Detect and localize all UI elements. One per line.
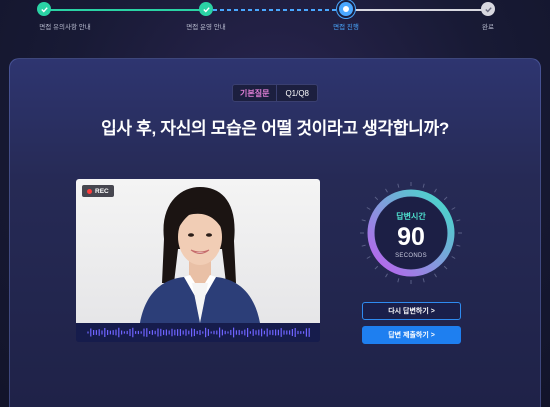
timer-unit: SECONDS: [395, 253, 427, 259]
step-1-done-icon: [37, 2, 51, 16]
rec-label: REC: [95, 187, 109, 195]
retry-answer-button[interactable]: 다시 답변하기 >: [362, 302, 461, 320]
question-badge: 기본질문 Q1/Q8: [231, 84, 319, 102]
record-dot-icon: [87, 188, 92, 194]
step-connector: [44, 9, 206, 11]
step-connector: [206, 9, 346, 11]
step-label: 면접 운영 안내: [186, 24, 226, 31]
step-label: 완료: [482, 24, 494, 31]
audio-waveform-icon: [76, 323, 320, 342]
question-text: 입사 후, 자신의 모습은 어떨 것이라고 생각합니까?: [101, 119, 449, 138]
progress-stepper: 면접 유의사항 안내 면접 운영 안내 면접 진행 완료: [0, 0, 550, 40]
timer-value: 90: [397, 223, 425, 251]
step-label: 면접 유의사항 안내: [39, 24, 91, 31]
step-4-pending-icon: [481, 2, 495, 16]
candidate-video-feed: [76, 179, 320, 323]
step-2-done-icon: [199, 2, 213, 16]
question-category: 기본질문: [239, 88, 270, 98]
step-label: 면접 진행: [333, 24, 359, 31]
submit-answer-button[interactable]: 답변 제출하기 >: [362, 326, 461, 344]
timer-label: 답변시간: [396, 212, 426, 221]
answer-timer: 답변시간 90 SECONDS: [358, 180, 464, 286]
question-badge-row: 기본질문 Q1/Q8: [0, 84, 550, 102]
step-connector: [346, 9, 488, 11]
question-number: Q1/Q8: [276, 85, 317, 101]
video-preview: REC: [76, 179, 320, 342]
recording-indicator: REC: [82, 185, 114, 197]
step-3-current-icon: [339, 2, 353, 16]
